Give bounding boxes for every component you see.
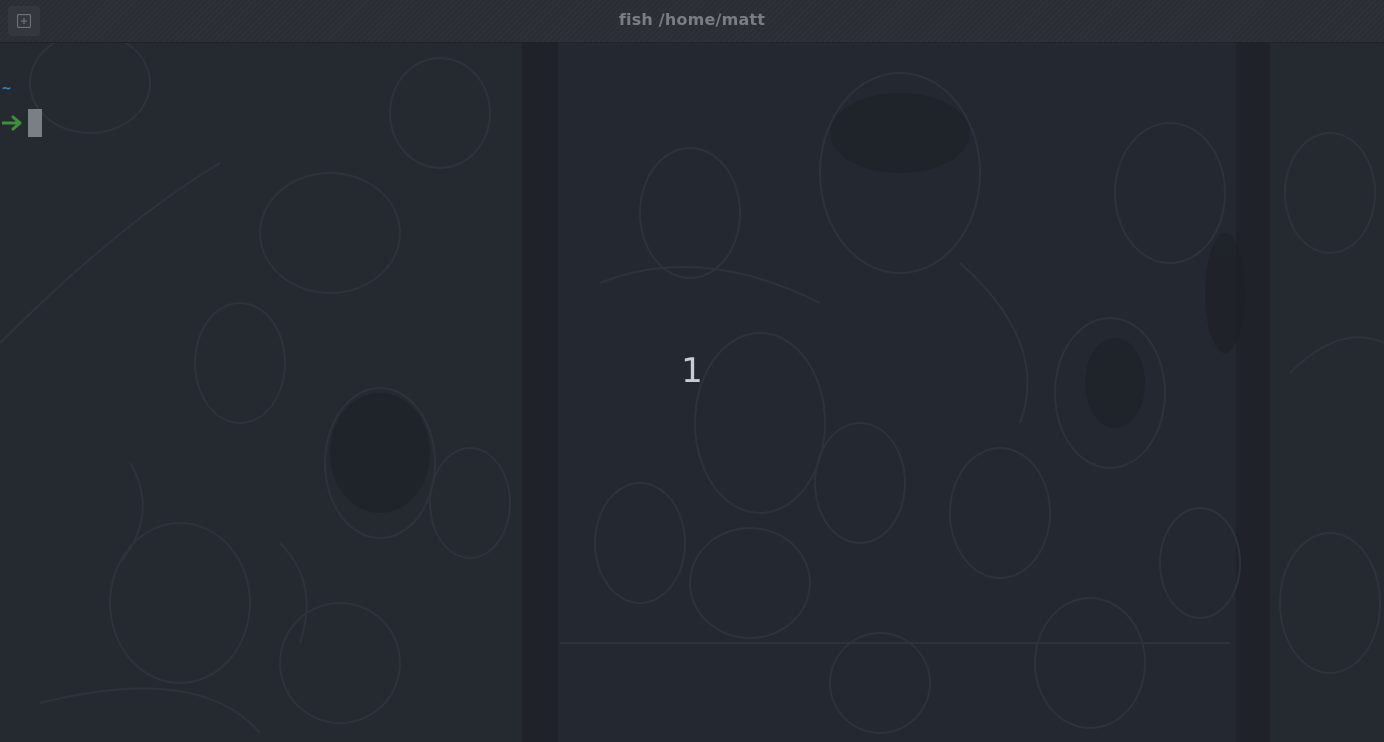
title-bar[interactable]: fish /home/matt xyxy=(0,0,1384,43)
arrow-right-icon xyxy=(2,115,22,131)
window-title: fish /home/matt xyxy=(618,10,766,29)
workspace-number-overlay: 1 xyxy=(681,351,703,391)
block-cursor xyxy=(28,109,42,137)
current-directory: ~ xyxy=(2,79,12,97)
prompt-line[interactable] xyxy=(2,109,42,137)
terminal-window: fish /home/matt ~ 1 xyxy=(0,0,1384,742)
terminal-area[interactable]: ~ 1 xyxy=(0,43,1384,742)
wallpaper-illustration xyxy=(0,43,1384,742)
